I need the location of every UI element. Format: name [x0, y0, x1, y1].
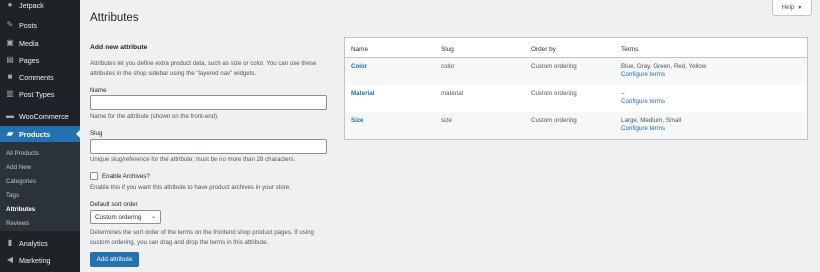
- post-types-icon: ▥: [6, 89, 14, 98]
- configure-terms-link[interactable]: Configure terms: [621, 125, 665, 134]
- table-row: Color color Custom ordering Blue, Gray, …: [345, 58, 807, 85]
- submenu-all-products[interactable]: All Products: [6, 150, 39, 157]
- chevron-down-icon: ⌄: [150, 214, 156, 220]
- sort-order-label: Default sort order: [90, 201, 138, 208]
- attribute-name-link[interactable]: Material: [351, 90, 374, 99]
- submenu-reviews[interactable]: Reviews: [6, 220, 29, 227]
- menu-item-posts[interactable]: ✎ Posts: [0, 17, 80, 33]
- attribute-slug: color: [441, 63, 455, 70]
- slug-label: Slug: [90, 130, 103, 137]
- column-header-slug: Slug: [441, 46, 454, 53]
- slug-field[interactable]: [90, 139, 327, 154]
- menu-label: Media: [19, 38, 39, 48]
- table-row: Size size Custom ordering Large, Medium,…: [345, 112, 807, 139]
- page-title: Attributes: [90, 12, 139, 24]
- attribute-slug: size: [441, 117, 453, 124]
- comment-icon: ■: [7, 72, 13, 81]
- attribute-name-link[interactable]: Size: [351, 117, 363, 126]
- menu-item-comments[interactable]: ■ Comments: [0, 69, 80, 85]
- menu-label: Marketing: [19, 255, 51, 265]
- submenu-add-new[interactable]: Add New: [6, 164, 31, 171]
- woocommerce-icon: ▬: [6, 111, 14, 120]
- products-submenu: All Products Add New Categories Tags Att…: [0, 142, 80, 231]
- sort-order-help: Determines the sort order of the terms o…: [90, 229, 314, 246]
- name-help: Name for the attribute (shown on the fro…: [90, 113, 219, 120]
- products-icon: ▰: [6, 129, 14, 138]
- help-button[interactable]: Help ▼: [772, 0, 812, 16]
- archives-help: Enable this if you want this attribute t…: [90, 184, 291, 191]
- name-field[interactable]: [90, 95, 327, 110]
- marketing-icon: ◀: [6, 255, 14, 264]
- menu-label: Analytics: [19, 238, 48, 248]
- name-label: Name: [90, 87, 107, 94]
- configure-terms-link[interactable]: Configure terms: [621, 98, 665, 107]
- current-menu-arrow: [76, 130, 80, 138]
- menu-label: Jetpack: [19, 0, 44, 10]
- submenu-tags[interactable]: Tags: [6, 192, 19, 199]
- sort-order-select[interactable]: Custom ordering ⌄: [90, 210, 161, 224]
- submenu-categories[interactable]: Categories: [6, 178, 36, 185]
- menu-item-pages[interactable]: ▤ Pages: [0, 52, 80, 68]
- enable-archives-checkbox[interactable]: [90, 172, 98, 180]
- menu-item-post-types[interactable]: ▥ Post Types: [0, 86, 80, 102]
- column-header-name: Name: [351, 46, 369, 53]
- menu-item-media[interactable]: ▣ Media: [0, 35, 80, 51]
- menu-label: Products: [19, 129, 51, 139]
- menu-item-jetpack[interactable]: ● Jetpack: [0, 0, 80, 13]
- table-row: Material material Custom ordering – Conf…: [345, 85, 807, 112]
- slug-help: Unique slug/reference for the attribute;…: [90, 156, 296, 163]
- sort-order-value: Custom ordering: [95, 213, 142, 221]
- attribute-order: Custom ordering: [531, 117, 577, 124]
- attributes-table: Name Slug Order by Terms Color color Cus…: [344, 37, 808, 140]
- column-header-order-by: Order by: [531, 46, 556, 53]
- add-attribute-button[interactable]: Add attribute: [90, 252, 139, 267]
- pages-icon: ▤: [6, 55, 14, 64]
- caret-down-icon: ▼: [797, 4, 803, 11]
- attribute-slug: material: [441, 90, 464, 97]
- submenu-attributes[interactable]: Attributes: [6, 206, 35, 213]
- menu-item-products[interactable]: ▰ Products: [0, 126, 80, 142]
- menu-label: Pages: [19, 55, 40, 65]
- analytics-icon: ▮: [7, 238, 13, 247]
- media-icon: ▣: [6, 38, 14, 47]
- menu-label: Comments: [19, 72, 54, 82]
- jetpack-icon: ●: [7, 0, 13, 9]
- attribute-order: Custom ordering: [531, 90, 577, 97]
- pin-icon: ✎: [6, 20, 14, 29]
- form-intro: Attributes let you define extra product …: [90, 60, 317, 77]
- column-header-terms: Terms: [621, 46, 639, 53]
- admin-sidebar: ● Jetpack ✎ Posts ▣ Media ▤ Pages ■ Comm…: [0, 0, 80, 272]
- attribute-order: Custom ordering: [531, 63, 577, 70]
- menu-label: Post Types: [19, 89, 55, 99]
- attribute-name-link[interactable]: Color: [351, 63, 367, 72]
- menu-label: WooCommerce: [19, 111, 69, 121]
- menu-label: Posts: [19, 20, 37, 30]
- menu-item-analytics[interactable]: ▮ Analytics: [0, 235, 80, 251]
- help-label: Help: [781, 4, 795, 11]
- configure-terms-link[interactable]: Configure terms: [621, 71, 665, 80]
- menu-item-woocommerce[interactable]: ▬ WooCommerce: [0, 108, 80, 124]
- archives-label: Enable Archives?: [102, 173, 150, 180]
- menu-item-marketing[interactable]: ◀ Marketing: [0, 252, 80, 268]
- form-heading: Add new attribute: [90, 44, 148, 51]
